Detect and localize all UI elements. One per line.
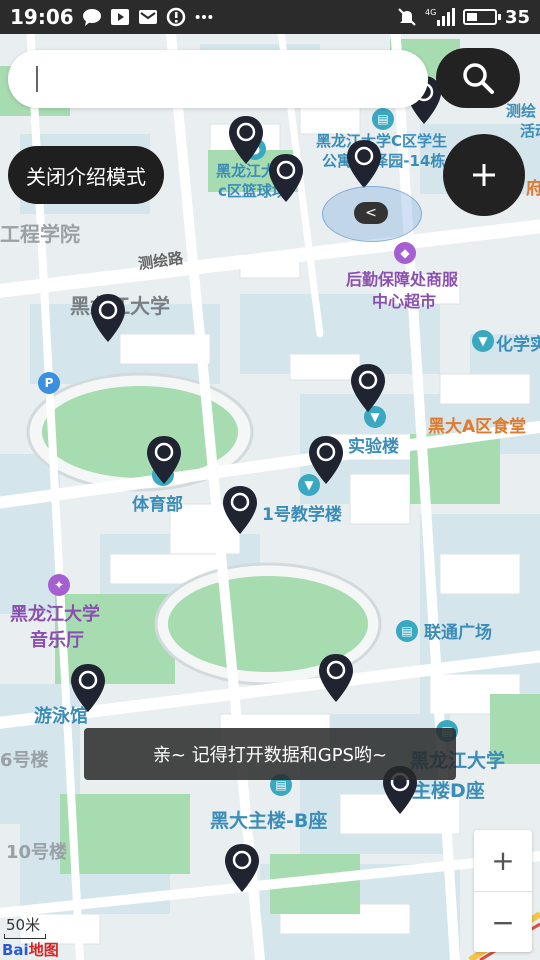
mail-icon <box>138 7 158 27</box>
map-marker[interactable] <box>344 138 384 190</box>
label-huodong: 活动 <box>520 122 540 140</box>
search-icon <box>463 63 494 94</box>
label-chemistry: 化学实 <box>496 335 540 355</box>
zoom-controls: + − <box>474 830 532 952</box>
search-bar[interactable] <box>8 50 428 108</box>
parking-icon[interactable]: P <box>38 372 60 394</box>
svg-text:4G: 4G <box>425 8 436 17</box>
signal-icon: 4G <box>425 7 455 27</box>
map-scale-label: 50米 <box>6 916 41 934</box>
zoom-in-button[interactable]: + <box>474 830 532 891</box>
label-main-d-2: 主楼D座 <box>412 780 485 802</box>
map-marker[interactable] <box>266 152 306 204</box>
plus-icon <box>473 164 495 186</box>
toast-message: 亲~ 记得打开数据和GPS哟~ <box>84 728 456 780</box>
label-music-hall-1: 黑龙江大学 <box>10 604 100 625</box>
baidu-logo: Bai地图 <box>2 941 59 959</box>
label-unicom: 联通广场 <box>424 623 492 643</box>
shop-icon[interactable]: ◆ <box>394 242 416 264</box>
zoom-out-button[interactable]: − <box>474 891 532 953</box>
label-logistics-2: 中心超市 <box>372 292 437 311</box>
map-marker[interactable] <box>220 484 260 536</box>
map-marker[interactable] <box>348 362 388 414</box>
map-marker[interactable] <box>222 842 262 894</box>
label-lab-building: 实验楼 <box>348 437 399 457</box>
add-button[interactable] <box>443 134 525 216</box>
battery-icon <box>462 9 501 25</box>
map-marker[interactable] <box>68 662 108 714</box>
close-intro-mode-button[interactable]: 关闭介绍模式 <box>8 146 164 204</box>
label-sports-dept: 体育部 <box>132 495 183 515</box>
chem-poi-icon[interactable]: ▼ <box>472 330 494 352</box>
music-poi-icon[interactable]: ✦ <box>48 574 70 596</box>
more-icon <box>194 7 214 27</box>
status-bar: 19:06 4G 35 <box>0 0 540 34</box>
label-engineering: 工程学院 <box>0 222 80 246</box>
label-a-canteen: 黑大A区食堂 <box>428 417 527 437</box>
label-logistics-1: 后勤保障处商服 <box>346 270 459 289</box>
label-music-hall-2: 音乐厅 <box>30 630 84 651</box>
map-marker[interactable] <box>144 434 184 486</box>
label-building-6: 6号楼 <box>0 750 49 771</box>
map-marker[interactable] <box>226 114 266 166</box>
map-marker[interactable] <box>88 292 128 344</box>
label-fu: 府 <box>526 179 540 199</box>
label-cehui-top: 测绘 <box>506 102 537 120</box>
chat-icon <box>82 7 102 27</box>
dorm-poi-icon[interactable]: ▤ <box>372 108 394 130</box>
mute-icon <box>397 7 417 27</box>
label-building-10: 10号楼 <box>6 842 68 863</box>
unicom-poi-icon[interactable]: ▤ <box>396 620 418 642</box>
status-time: 19:06 <box>10 5 74 29</box>
label-teaching-1: 1号教学楼 <box>262 505 342 525</box>
alert-icon <box>166 7 186 27</box>
map-marker[interactable] <box>306 434 346 486</box>
map-marker[interactable] <box>316 652 356 704</box>
location-arrow-icon[interactable]: < <box>354 202 388 224</box>
label-main-b: 黑大主楼-B座 <box>210 810 328 832</box>
search-button[interactable] <box>436 48 520 108</box>
text-cursor <box>36 66 38 92</box>
battery-percent: 35 <box>504 6 530 28</box>
search-input[interactable] <box>30 67 394 91</box>
play-icon <box>110 7 130 27</box>
